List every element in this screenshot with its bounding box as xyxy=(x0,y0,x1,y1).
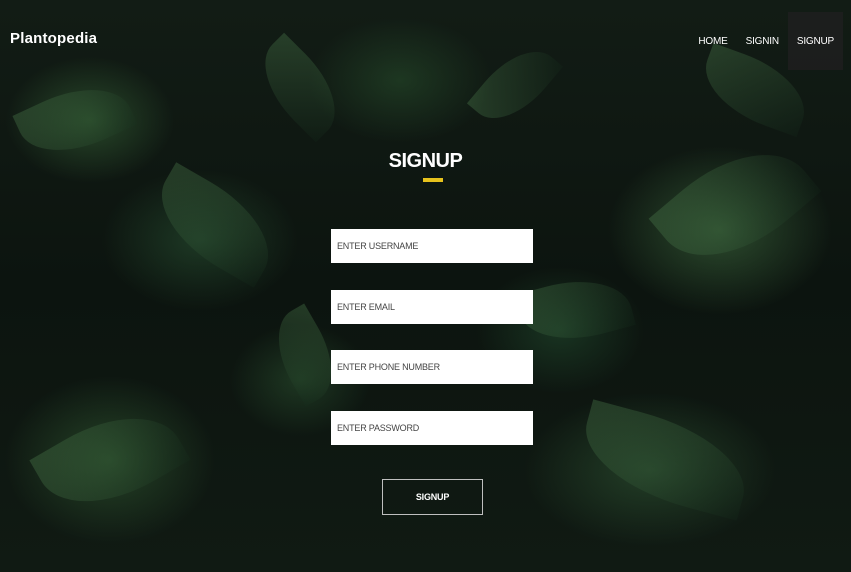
top-navbar: Plantopedia HOME SIGNIN SIGNUP xyxy=(0,0,851,70)
nav-menu: HOME SIGNIN SIGNUP xyxy=(689,12,843,70)
title-underline xyxy=(423,178,443,182)
nav-home-link[interactable]: HOME xyxy=(689,12,736,70)
signup-button[interactable]: SIGNUP xyxy=(382,479,483,515)
nav-signin-link[interactable]: SIGNIN xyxy=(737,12,788,70)
page-title: SIGNUP xyxy=(388,150,463,172)
brand-logo[interactable]: Plantopedia xyxy=(10,30,97,47)
email-input[interactable] xyxy=(331,290,533,324)
phone-input[interactable] xyxy=(331,350,533,384)
username-input[interactable] xyxy=(331,229,533,263)
nav-signup-link[interactable]: SIGNUP xyxy=(787,12,843,70)
password-input[interactable] xyxy=(331,411,533,445)
